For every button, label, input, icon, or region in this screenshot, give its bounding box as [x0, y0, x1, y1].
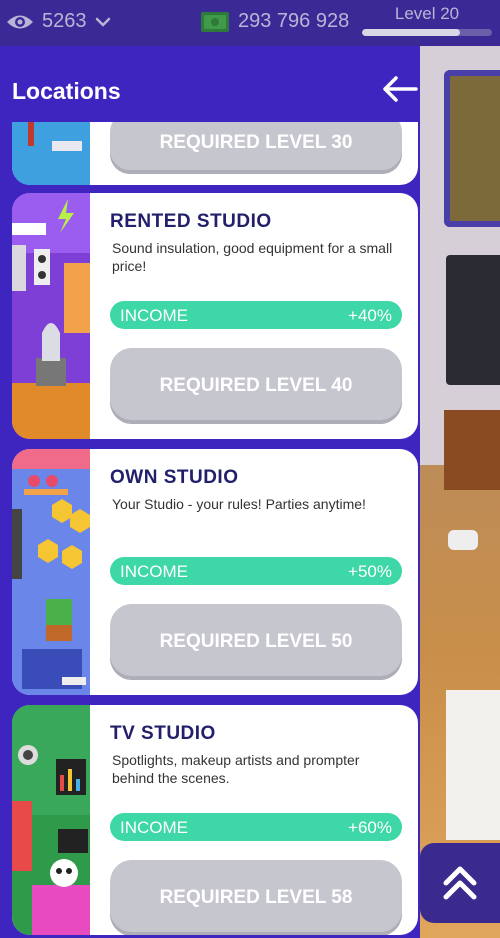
location-card-own-studio: OWN STUDIO Your Studio - your rules! Par… — [12, 449, 418, 695]
level-progress-fill — [362, 29, 460, 36]
location-name: OWN STUDIO — [110, 467, 239, 488]
location-description: Spotlights, makeup artists and prompter … — [112, 752, 360, 786]
income-label: INCOME — [120, 818, 188, 837]
money-icon — [201, 11, 229, 32]
money-counter[interactable]: 293 796 928 — [200, 10, 349, 33]
location-name: RENTED STUDIO — [110, 211, 272, 232]
chevron-down-icon — [95, 17, 110, 27]
double-chevron-up-icon — [443, 866, 477, 900]
location-name: TV STUDIO — [110, 723, 216, 744]
income-label: INCOME — [120, 562, 188, 581]
income-value: +50% — [348, 562, 392, 581]
income-value: +40% — [348, 306, 392, 325]
location-card-tv-studio: TV STUDIO Spotlights, makeup artists and… — [12, 705, 418, 935]
views-value: 5263 — [42, 10, 87, 32]
panel-title: Locations — [12, 78, 121, 104]
views-counter[interactable]: 5263 — [6, 10, 111, 33]
location-thumbnail — [12, 193, 90, 439]
level-progress-bar — [362, 29, 492, 36]
required-level-button[interactable]: REQUIRED LEVEL 40 — [110, 348, 402, 424]
income-label: INCOME — [120, 306, 188, 325]
wall-picture — [444, 70, 500, 227]
locations-list[interactable]: REQUIRED LEVEL 30 RENTED STUDIO Sound in… — [0, 46, 420, 938]
scroll-up-button[interactable] — [420, 843, 500, 923]
status-bar: 5263 293 796 928 Level 20 — [0, 0, 500, 46]
shelf — [446, 690, 500, 840]
required-level-button[interactable]: REQUIRED LEVEL 58 — [110, 860, 402, 935]
level-indicator: Level 20 — [362, 4, 492, 36]
back-button[interactable] — [380, 74, 420, 104]
tv-screen — [446, 255, 500, 385]
arrow-left-icon — [383, 76, 418, 102]
income-value: +60% — [348, 818, 392, 837]
location-description: Your Studio - your rules! Parties anytim… — [112, 496, 366, 512]
income-bar: INCOME +50% — [110, 557, 402, 585]
required-level-button[interactable]: REQUIRED LEVEL 50 — [110, 604, 402, 680]
location-card-rented-studio: RENTED STUDIO Sound insulation, good equ… — [12, 193, 418, 439]
money-value: 293 796 928 — [238, 10, 350, 32]
income-bar: INCOME +60% — [110, 813, 402, 841]
location-description: Sound insulation, good equipment for a s… — [112, 240, 393, 274]
game-controller — [448, 530, 478, 550]
location-thumbnail — [12, 705, 90, 935]
locations-panel: REQUIRED LEVEL 30 RENTED STUDIO Sound in… — [0, 46, 420, 938]
panel-header: Locations — [0, 46, 420, 122]
income-bar: INCOME +40% — [110, 301, 402, 329]
level-label: Level 20 — [394, 4, 460, 23]
tv-cabinet — [444, 410, 500, 490]
eye-icon — [7, 15, 33, 28]
location-thumbnail — [12, 449, 90, 695]
